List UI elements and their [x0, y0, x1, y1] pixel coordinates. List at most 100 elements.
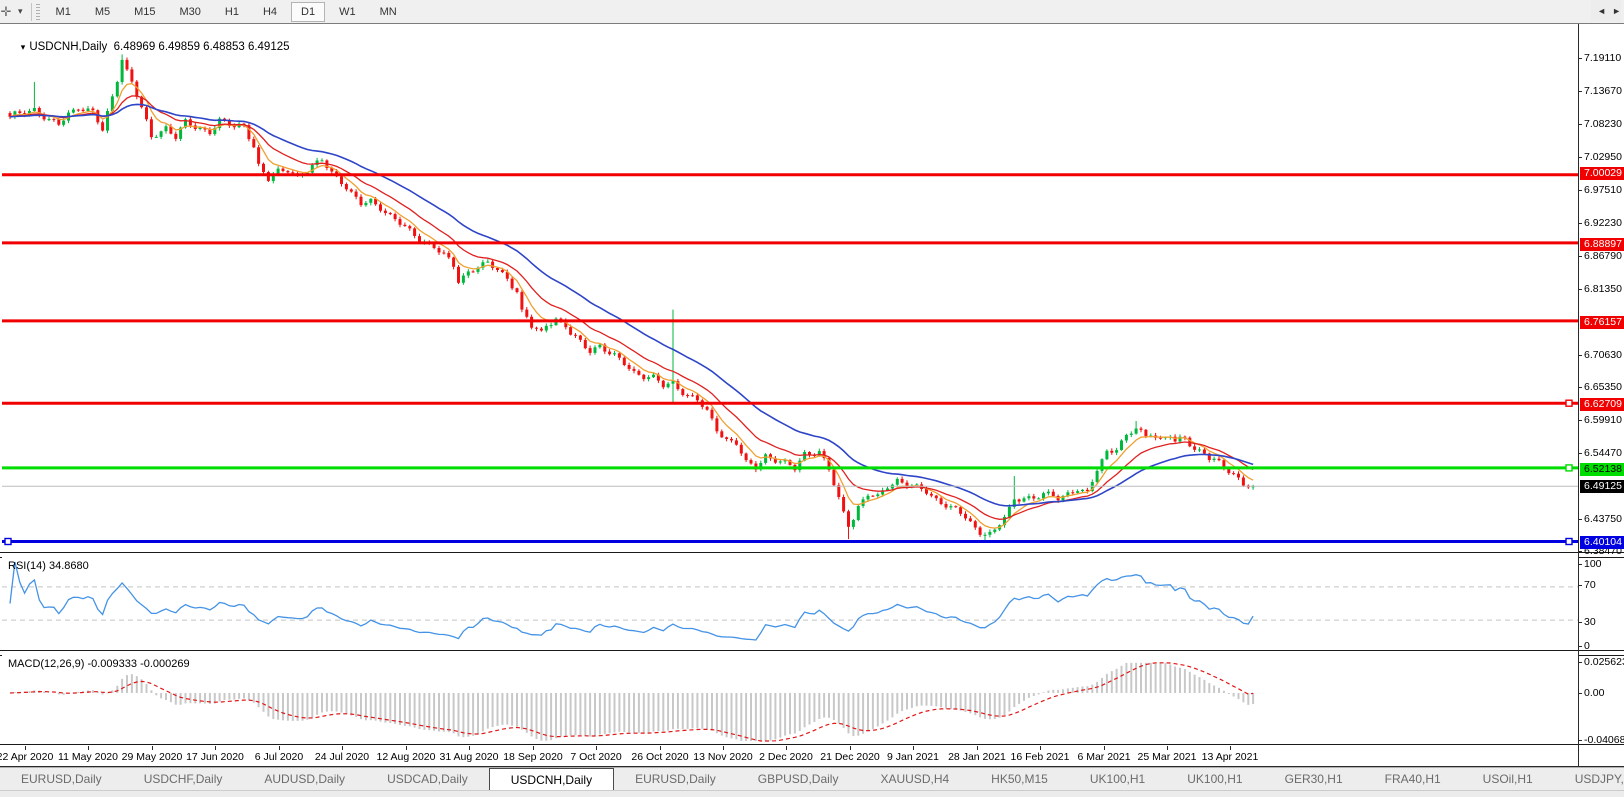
cursor-tool-dropdown-icon[interactable]: ▾: [16, 6, 29, 17]
date-axis-label: 28 Jan 2021: [948, 751, 1006, 763]
date-axis-label: 7 Oct 2020: [570, 751, 621, 763]
chart-tab-eurusd-daily[interactable]: EURUSD,Daily: [0, 768, 123, 790]
timeframe-button-m15[interactable]: M15: [124, 2, 165, 22]
date-axis-label: 6 Jul 2020: [255, 751, 303, 763]
chart-tab-usdcad-daily[interactable]: USDCAD,Daily: [366, 768, 489, 790]
tab-scroll-right-icon[interactable]: ►: [1612, 6, 1621, 16]
tab-scroll-arrows: ◄ ►: [1591, 0, 1621, 22]
date-axis-tick: [723, 746, 724, 750]
price-axis-tick: [1578, 190, 1582, 191]
chart-tab-usoil-h1[interactable]: USOil,H1: [1462, 768, 1554, 790]
date-axis-label: 12 Aug 2020: [377, 751, 436, 763]
timeframe-button-m1[interactable]: M1: [46, 2, 81, 22]
date-axis-label: 9 Jan 2021: [887, 751, 939, 763]
price-axis-label: 6.59910: [1584, 414, 1624, 426]
chart-tab-audusd-daily[interactable]: AUDUSD,Daily: [243, 768, 366, 790]
cursor-tool-icon[interactable]: ✛: [0, 4, 16, 20]
toolbar-grip[interactable]: [36, 4, 40, 20]
date-axis-label: 24 Jul 2020: [315, 751, 369, 763]
chart-title: ▾USDCNH,Daily 6.48969 6.49859 6.48853 6.…: [8, 29, 290, 65]
symbol-dropdown-icon[interactable]: ▾: [21, 42, 26, 52]
macd-scale-label: 0.025623: [1584, 656, 1624, 668]
date-axis-tick: [533, 746, 534, 750]
indicator-axis-tick: [1578, 740, 1582, 741]
date-axis-label: 25 Mar 2021: [1138, 751, 1197, 763]
chart-tab-ger30-h1[interactable]: GER30,H1: [1264, 768, 1364, 790]
date-axis-tick: [1104, 746, 1105, 750]
date-axis-label: 22 Apr 2020: [0, 751, 53, 763]
macd-indicator-pane[interactable]: [2, 655, 1578, 745]
chart-tab-fra40-h1[interactable]: FRA40,H1: [1364, 768, 1462, 790]
timeframe-button-h1[interactable]: H1: [215, 2, 249, 22]
chart-tab-xauusd-h4[interactable]: XAUUSD,H4: [859, 768, 970, 790]
chart-tab-usdcnh-daily[interactable]: USDCNH,Daily: [489, 768, 614, 790]
date-axis-tick: [279, 746, 280, 750]
date-axis-label: 11 May 2020: [58, 751, 118, 763]
price-axis-label: 6.81350: [1584, 283, 1624, 295]
date-axis-tick: [88, 746, 89, 750]
date-axis-label: 26 Oct 2020: [631, 751, 688, 763]
price-axis-label: 7.19110: [1584, 52, 1624, 64]
price-axis-label: 6.65350: [1584, 381, 1624, 393]
chart-tab-hk50-m15[interactable]: HK50,M15: [970, 768, 1069, 790]
indicator-axis-tick: [1578, 662, 1582, 663]
rsi-indicator-pane[interactable]: [2, 557, 1578, 650]
candlestick-chart[interactable]: [2, 24, 1578, 553]
price-line-badge: 7.00029: [1580, 167, 1624, 180]
rsi-label: RSI(14) 34.8680: [8, 560, 89, 572]
price-axis-tick: [1578, 387, 1582, 388]
price-axis-line: [1578, 24, 1579, 766]
timeframe-button-mn[interactable]: MN: [370, 2, 407, 22]
timeframe-button-h4[interactable]: H4: [253, 2, 287, 22]
price-axis-label: 6.97510: [1584, 184, 1624, 196]
date-axis-tick: [913, 746, 914, 750]
chart-tab-bar: EURUSD,DailyUSDCHF,DailyAUDUSD,DailyUSDC…: [0, 767, 1624, 790]
chart-tab-usdjpy-h1[interactable]: USDJPY,H1: [1554, 768, 1624, 790]
date-axis-tick: [786, 746, 787, 750]
indicator-axis-tick: [1578, 622, 1582, 623]
timeframe-button-m5[interactable]: M5: [85, 2, 120, 22]
indicator-axis-tick: [1578, 693, 1582, 694]
chart-tab-gbpusd-daily[interactable]: GBPUSD,Daily: [737, 768, 860, 790]
price-line-badge: 6.62709: [1580, 398, 1624, 411]
rsi-scale-label: 0: [1584, 640, 1624, 652]
date-axis-label: 17 Jun 2020: [186, 751, 244, 763]
date-axis-label: 13 Apr 2021: [1202, 751, 1259, 763]
date-axis-label: 21 Dec 2020: [820, 751, 880, 763]
date-axis-tick: [215, 746, 216, 750]
indicator-axis-tick: [1578, 646, 1582, 647]
macd-scale-label: -0.040687: [1584, 734, 1624, 746]
price-line-badge: 6.88897: [1580, 238, 1624, 251]
date-axis-label: 31 Aug 2020: [440, 751, 499, 763]
chart-tab-eurusd-daily[interactable]: EURUSD,Daily: [614, 768, 737, 790]
timeframe-toolbar: ✛ ▾ M1M5M15M30H1H4D1W1MN: [0, 0, 1624, 24]
date-axis-tick: [660, 746, 661, 750]
date-axis-tick: [25, 746, 26, 750]
date-axis-label: 2 Dec 2020: [759, 751, 813, 763]
timeframe-button-d1[interactable]: D1: [291, 2, 325, 22]
date-axis-tick: [342, 746, 343, 750]
tab-scroll-left-icon[interactable]: ◄: [1597, 6, 1606, 16]
date-axis-tick: [1167, 746, 1168, 750]
date-axis-tick: [469, 746, 470, 750]
macd-scale-label: 0.00: [1584, 687, 1624, 699]
chart-tab-usdchf-daily[interactable]: USDCHF,Daily: [123, 768, 244, 790]
price-axis-label: 7.08230: [1584, 118, 1624, 130]
chart-ohlc-values: 6.48969 6.49859 6.48853 6.49125: [114, 41, 290, 53]
chart-tab-uk100-h1[interactable]: UK100,H1: [1166, 768, 1263, 790]
chart-tab-uk100-h1[interactable]: UK100,H1: [1069, 768, 1166, 790]
timeframe-button-m30[interactable]: M30: [170, 2, 211, 22]
price-axis-label: 6.86790: [1584, 250, 1624, 262]
date-axis-tick: [977, 746, 978, 750]
price-axis-tick: [1578, 519, 1582, 520]
price-line-badge: 6.49125: [1580, 480, 1624, 493]
rsi-scale-label: 30: [1584, 616, 1624, 628]
date-axis-tick: [406, 746, 407, 750]
price-axis-tick: [1578, 256, 1582, 257]
rsi-scale-label: 70: [1584, 579, 1624, 591]
date-axis-tick: [596, 746, 597, 750]
price-axis-tick: [1578, 124, 1582, 125]
price-axis-tick: [1578, 551, 1582, 552]
timeframe-button-w1[interactable]: W1: [329, 2, 366, 22]
price-axis-label: 6.54470: [1584, 447, 1624, 459]
